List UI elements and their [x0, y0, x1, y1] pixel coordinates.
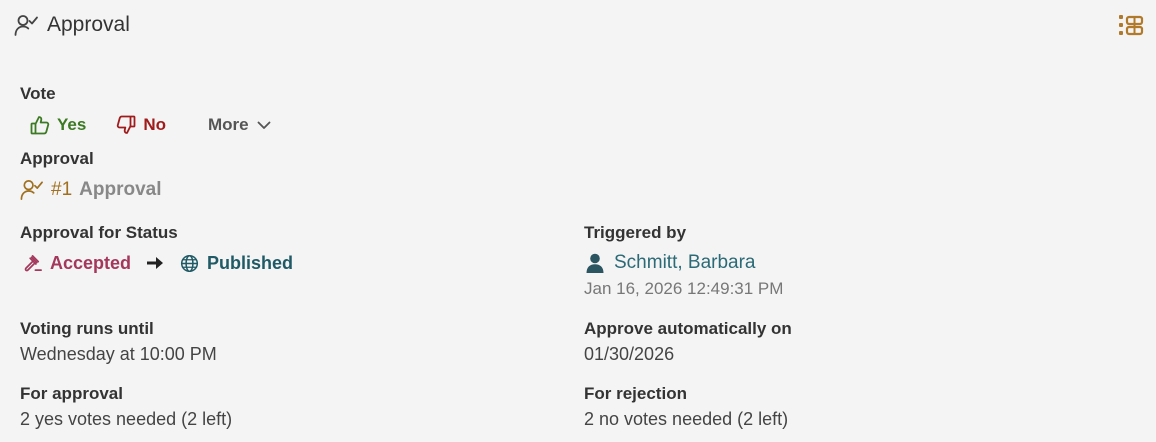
triggered-by-label: Triggered by [584, 223, 687, 242]
approval-label: Approval [20, 149, 94, 168]
layout-toggle-button[interactable] [1118, 13, 1144, 37]
user-icon [586, 253, 604, 273]
vote-yes-label: Yes [57, 115, 87, 134]
arrow-right-icon [146, 255, 164, 271]
panel-header: Approval [14, 11, 130, 39]
voting-until-value: Wednesday at 10:00 PM [20, 344, 217, 364]
page-title: Approval [47, 13, 130, 36]
status-transition: Accepted Published [24, 251, 293, 275]
thumbs-up-icon [30, 115, 50, 135]
user-check-icon [14, 13, 39, 38]
for-rejection-value: 2 no votes needed (2 left) [584, 409, 789, 429]
vote-more-label: More [207, 115, 249, 134]
status-from: Accepted [24, 253, 131, 274]
vote-more-dropdown[interactable]: More [208, 115, 271, 135]
chevron-down-icon [257, 120, 271, 130]
triggered-timestamp: Jan 16, 2026 12:49:31 PM [584, 279, 784, 298]
status-to: Published [180, 253, 293, 274]
status-to-label: Published [207, 252, 294, 273]
approval-link[interactable]: #1 Approval [20, 177, 162, 203]
triggered-by-user-name: Schmitt, Barbara [614, 252, 756, 273]
vote-no-label: No [143, 115, 166, 134]
status-from-label: Accepted [50, 252, 132, 273]
globe-icon [180, 254, 199, 273]
vote-no-button[interactable]: No [116, 115, 166, 135]
approval-status-label: Approval for Status [20, 223, 178, 242]
gavel-icon [24, 254, 43, 273]
vote-actions: Yes No More [30, 113, 271, 137]
thumbs-down-icon [116, 115, 136, 135]
vote-label: Vote [20, 84, 56, 103]
auto-approve-value: 01/30/2026 [584, 344, 675, 364]
triggered-by-user-link[interactable]: Schmitt, Barbara [586, 250, 756, 276]
user-check-icon [20, 178, 44, 202]
for-approval-value: 2 yes votes needed (2 left) [20, 409, 233, 429]
for-rejection-label: For rejection [584, 384, 687, 403]
auto-approve-label: Approve automatically on [584, 319, 792, 338]
for-approval-label: For approval [20, 384, 123, 403]
approval-name: Approval [79, 179, 162, 200]
approval-number: #1 [51, 179, 73, 200]
layout-toggle-icon [1118, 13, 1144, 37]
voting-until-label: Voting runs until [20, 319, 154, 338]
vote-yes-button[interactable]: Yes [30, 115, 86, 135]
